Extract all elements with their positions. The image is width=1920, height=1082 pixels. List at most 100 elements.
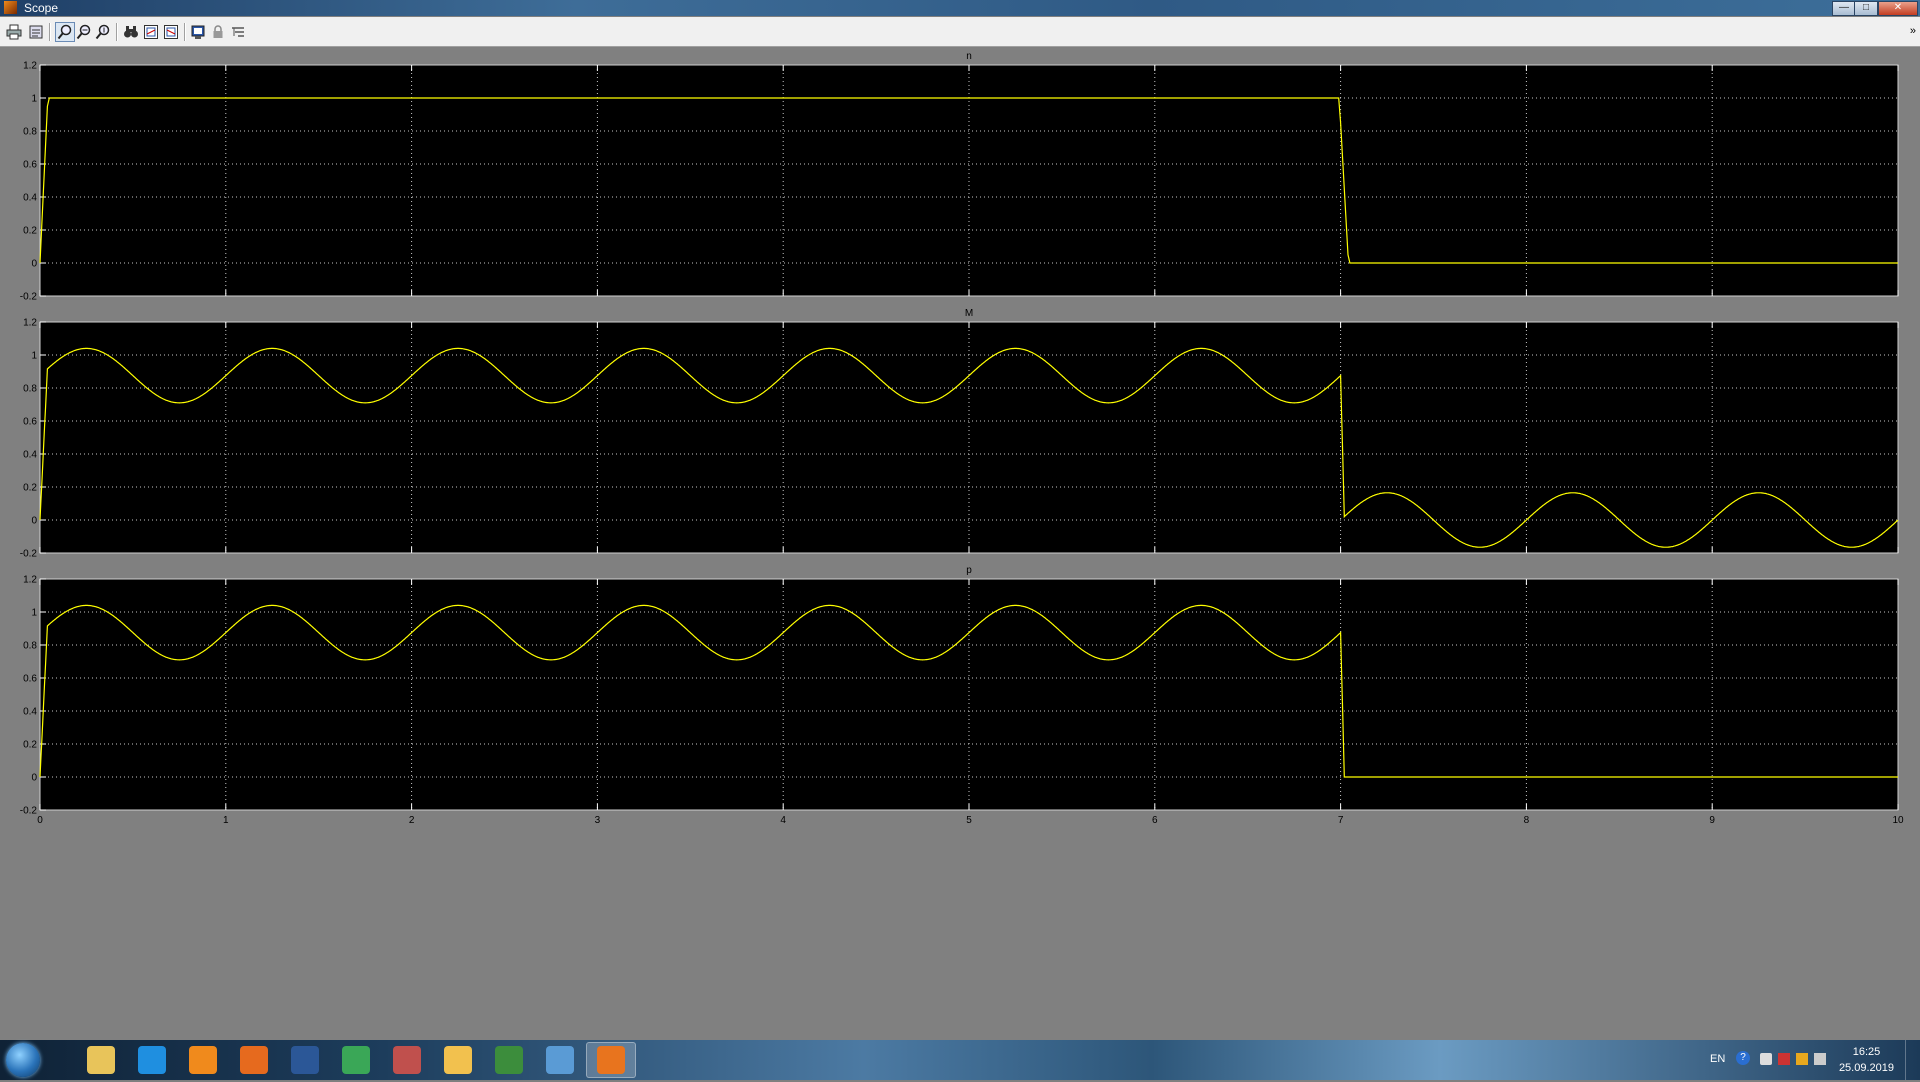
panel-title: n — [966, 51, 972, 62]
taskbar-app-task-manager[interactable] — [484, 1042, 534, 1078]
taskbar-app-media-player[interactable] — [178, 1042, 228, 1078]
taskbar-app-matlab[interactable] — [586, 1042, 636, 1078]
restore-axes-button[interactable] — [161, 22, 181, 42]
start-button[interactable] — [6, 1043, 40, 1077]
zoom-button[interactable] — [55, 22, 75, 42]
y-tick-label: 1 — [31, 608, 37, 619]
y-tick-label: -0.2 — [20, 806, 38, 817]
volume-icon[interactable] — [1814, 1053, 1826, 1065]
word-icon — [291, 1046, 319, 1074]
window-title-bar[interactable]: Scope — □ ✕ — [0, 0, 1920, 16]
maximize-button[interactable]: □ — [1854, 1, 1878, 16]
media-player-icon — [189, 1046, 217, 1074]
task-manager-icon — [495, 1046, 523, 1074]
scope-toolbar: » — [0, 17, 1920, 47]
system-tray: EN ? 16:25 25.09.2019 — [1680, 1040, 1920, 1080]
parameters-button[interactable] — [26, 22, 46, 42]
clock-date: 25.09.2019 — [1838, 1062, 1894, 1074]
taskbar-app-word[interactable] — [280, 1042, 330, 1078]
clock[interactable]: 16:25 25.09.2019 — [1839, 1044, 1894, 1076]
panel-title: M — [965, 308, 973, 319]
x-tick-label: 1 — [223, 815, 229, 826]
window-title: Scope — [24, 1, 59, 15]
matlab-icon — [597, 1046, 625, 1074]
y-tick-label: 0 — [31, 259, 37, 270]
y-tick-label: 0.4 — [23, 707, 37, 718]
print-button[interactable] — [4, 22, 24, 42]
x-tick-label: 8 — [1524, 815, 1530, 826]
taskbar-app-picture-viewer[interactable] — [535, 1042, 585, 1078]
y-tick-label: 0.8 — [23, 127, 37, 138]
autoscale-button[interactable] — [121, 22, 141, 42]
taskbar-app-paint[interactable] — [433, 1042, 483, 1078]
toolbar-overflow-chevron[interactable]: » — [1910, 25, 1916, 37]
y-tick-label: -0.2 — [20, 549, 38, 560]
scope-panel-p: p1.210.80.60.40.20-0.20 1 2 3 4 5 6 7 8 9 10 — [20, 565, 1904, 826]
lock-axes-button[interactable] — [208, 22, 228, 42]
x-tick-label: 9 — [1709, 815, 1715, 826]
signal-selection-button[interactable] — [228, 22, 248, 42]
lock-icon — [213, 25, 223, 38]
language-indicator[interactable]: EN — [1710, 1053, 1725, 1065]
picture-icon — [546, 1046, 574, 1074]
y-tick-label: 1.2 — [23, 61, 37, 72]
y-tick-label: 0.2 — [23, 226, 37, 237]
paint-icon — [393, 1046, 421, 1074]
floating-scope-button[interactable] — [188, 22, 208, 42]
printer-icon — [6, 24, 22, 40]
minimize-button[interactable]: — — [1832, 1, 1856, 16]
y-tick-label: 0.6 — [23, 160, 37, 171]
scope-app-icon — [4, 1, 17, 14]
firefox-icon — [240, 1046, 268, 1074]
taskbar-app-firefox[interactable] — [229, 1042, 279, 1078]
save-axes-button[interactable] — [141, 22, 161, 42]
scope-panel-n: n 1.2 1 0.8 0.6 0.4 0.2 0 -0.2 — [20, 51, 1899, 303]
y-tick-label: 0 — [31, 516, 37, 527]
parameters-icon — [29, 25, 43, 39]
y-tick-label: -0.2 — [20, 292, 38, 303]
panel-title: p — [966, 565, 972, 576]
network-icon[interactable] — [1796, 1053, 1808, 1065]
x-tick-label: 5 — [966, 815, 972, 826]
scope-display[interactable]: n 1.2 1 0.8 0.6 0.4 0.2 0 -0.2 M 1.2 1 0.8 0.6 0.4 0.2 0… — [0, 48, 1920, 1082]
show-desktop-button[interactable] — [1905, 1040, 1920, 1080]
floating-scope-icon — [191, 25, 205, 39]
y-tick-label: 1.2 — [23, 575, 37, 586]
y-tick-label: 0.6 — [23, 674, 37, 685]
x-tick-label: 2 — [409, 815, 415, 826]
taskbar-app-chrome[interactable] — [331, 1042, 381, 1078]
y-tick-label: 0.2 — [23, 483, 37, 494]
scope-panel-M: M 1.2 1 0.8 0.6 0.4 0.2 0 -0.2 — [20, 308, 1899, 560]
x-tick-label: 0 — [37, 815, 43, 826]
help-icon[interactable]: ? — [1736, 1051, 1750, 1065]
zoom-x-button[interactable] — [74, 22, 94, 42]
x-tick-label: 6 — [1152, 815, 1158, 826]
palette-icon — [444, 1046, 472, 1074]
restore-axes-icon — [164, 25, 178, 39]
y-tick-label: 0 — [31, 773, 37, 784]
y-tick-label: 0.4 — [23, 450, 37, 461]
taskbar-app-paint-tool[interactable] — [382, 1042, 432, 1078]
save-axes-icon — [144, 25, 158, 39]
binoculars-icon — [124, 26, 138, 38]
y-tick-label: 0.8 — [23, 641, 37, 652]
scope-plots[interactable]: n1.210.80.60.40.20-0.2M1.210.80.60.40.20… — [0, 48, 1920, 1040]
y-tick-label: 0.2 — [23, 740, 37, 751]
y-tick-label: 0.6 — [23, 417, 37, 428]
zoom-y-button[interactable] — [93, 22, 113, 42]
tray-overflow-icon[interactable] — [1760, 1053, 1772, 1065]
taskbar-app-file-explorer[interactable] — [76, 1042, 126, 1078]
signal-selection-icon — [232, 27, 244, 37]
y-tick-label: 1.2 — [23, 318, 37, 329]
taskbar-app-internet-explorer[interactable] — [127, 1042, 177, 1078]
ie-icon — [138, 1046, 166, 1074]
clock-time: 16:25 — [1852, 1046, 1881, 1058]
y-tick-label: 0.4 — [23, 193, 37, 204]
folder-icon — [87, 1046, 115, 1074]
y-tick-label: 1 — [31, 94, 37, 105]
close-button[interactable]: ✕ — [1878, 1, 1918, 16]
action-center-icon[interactable] — [1778, 1053, 1790, 1065]
windows-taskbar: EN ? 16:25 25.09.2019 — [0, 1040, 1920, 1080]
x-tick-label: 10 — [1892, 815, 1904, 826]
zoom-y-icon — [95, 24, 110, 40]
